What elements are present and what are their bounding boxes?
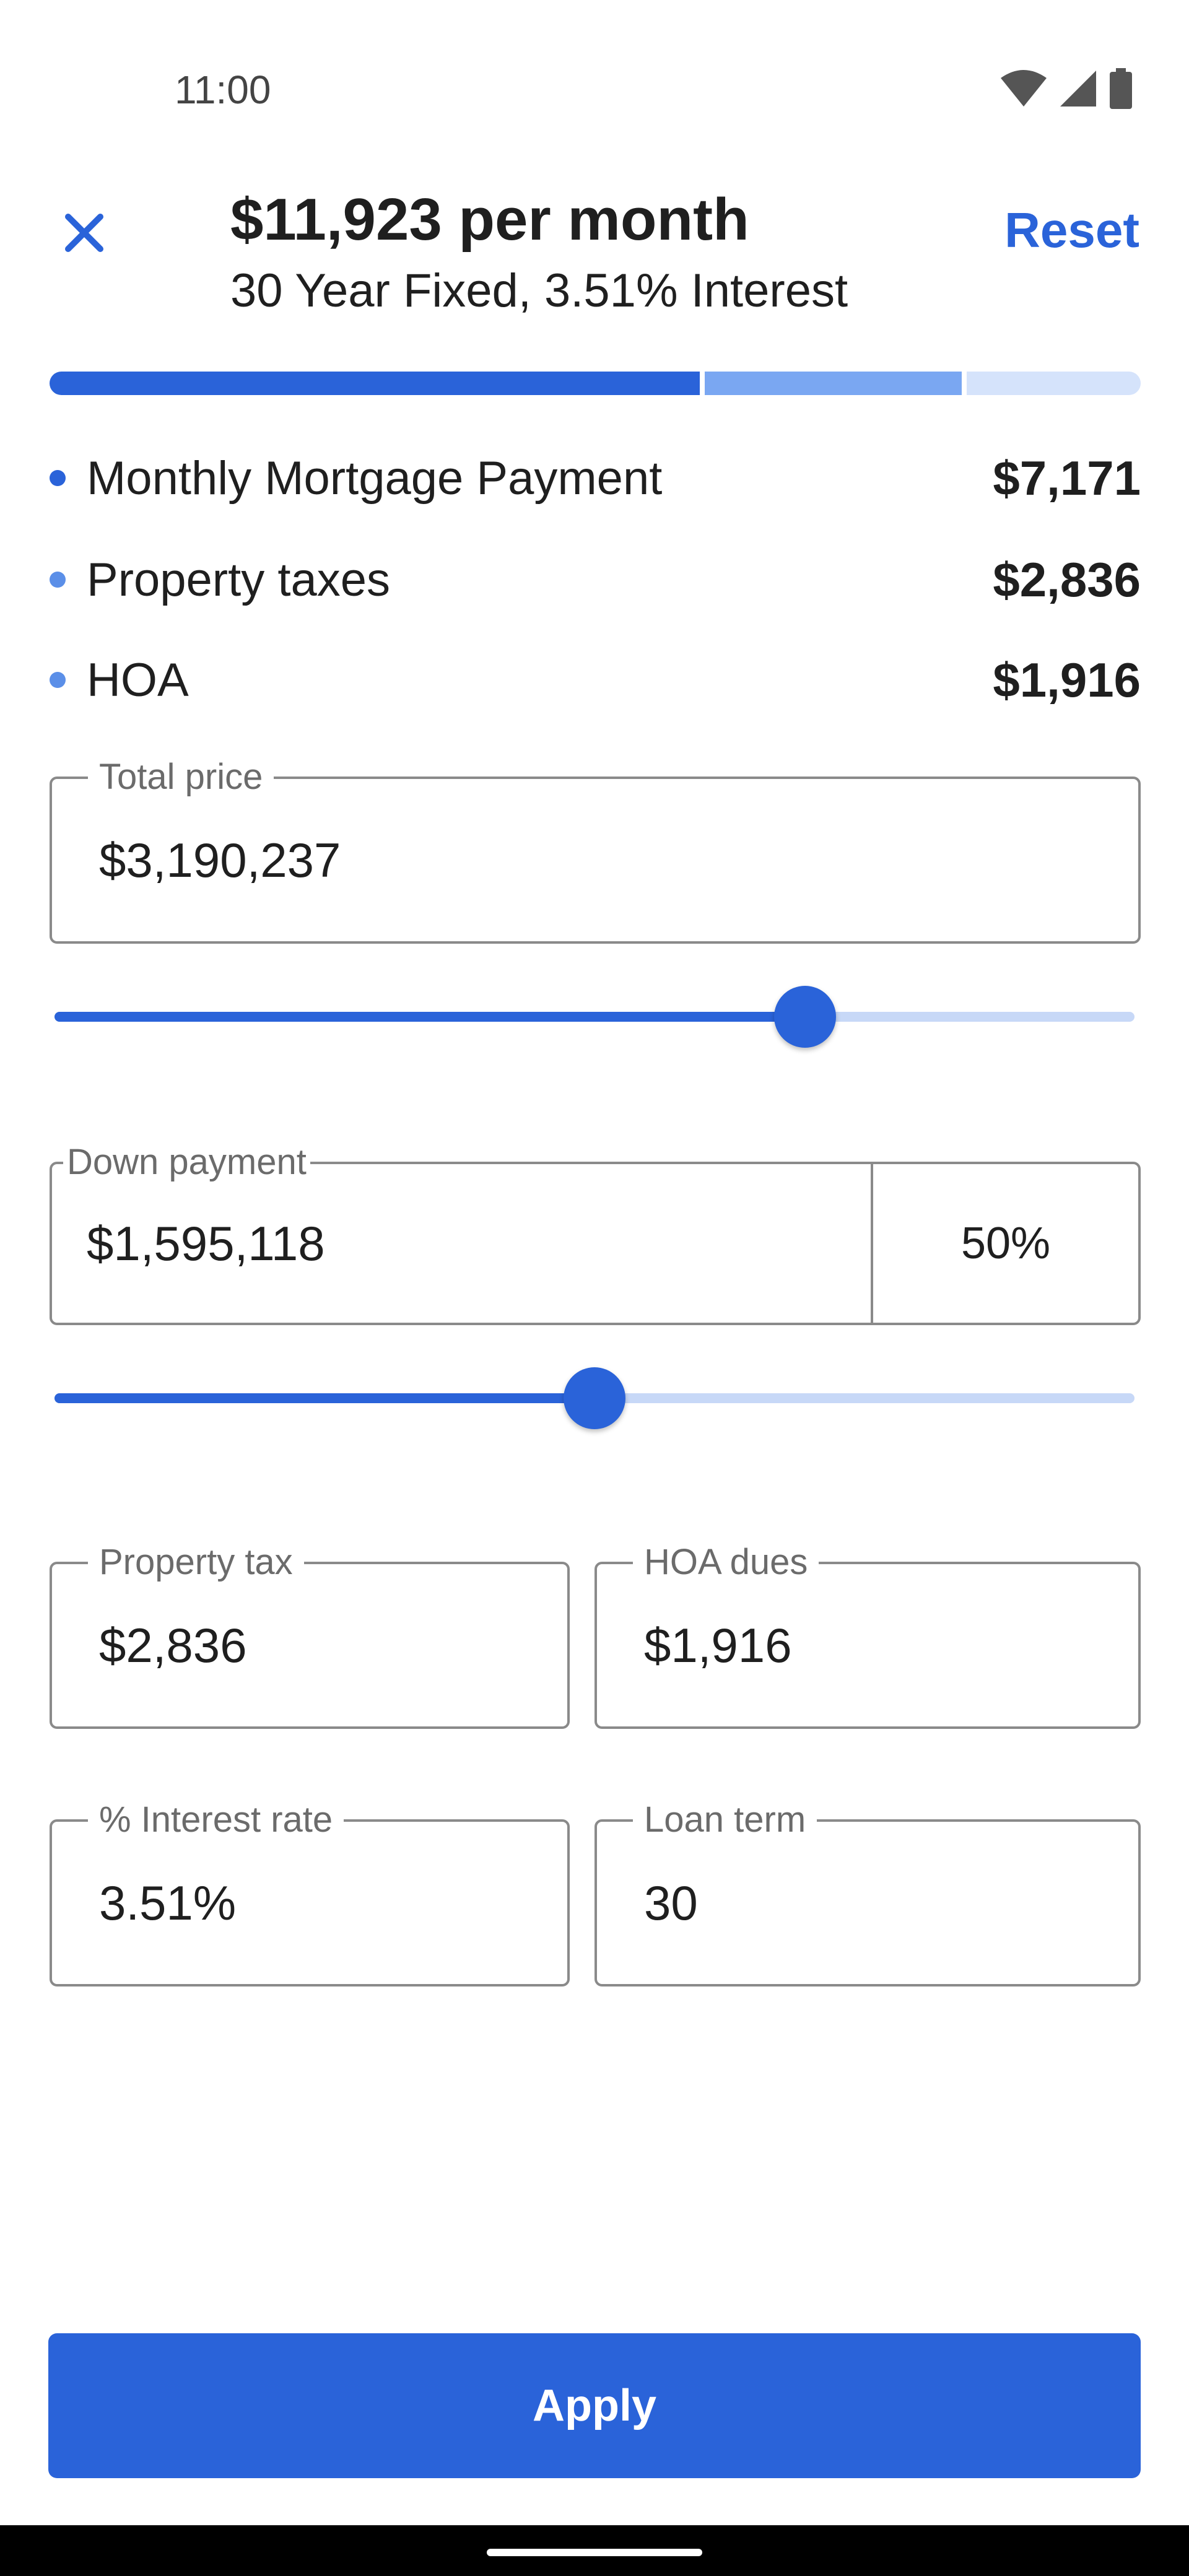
payment-breakdown-bar: [50, 372, 1141, 395]
property-tax-value[interactable]: $2,836: [99, 1564, 247, 1726]
property-tax-field[interactable]: Property tax $2,836: [50, 1541, 570, 1729]
breakdown-bar-segment-1: [705, 372, 962, 395]
breakdown-value: $2,836: [993, 552, 1141, 607]
breakdown-row-property-taxes: Property taxes $2,836: [50, 549, 1141, 611]
down-payment-value[interactable]: $1,595,118: [87, 1164, 325, 1323]
hoa-dues-field[interactable]: HOA dues $1,916: [594, 1541, 1141, 1729]
slider-thumb[interactable]: [774, 986, 836, 1048]
breakdown-row-mortgage: Monthly Mortgage Payment $7,171: [50, 447, 1141, 509]
wifi-icon: [1001, 70, 1047, 107]
loan-term-value[interactable]: 30: [644, 1822, 698, 1984]
breakdown-label: Property taxes: [87, 553, 390, 606]
home-gesture-handle[interactable]: [487, 2549, 702, 2556]
breakdown-label: Monthly Mortgage Payment: [87, 451, 663, 505]
breakdown-label: HOA: [87, 653, 189, 707]
total-price-field[interactable]: Total price $3,190,237: [50, 755, 1141, 944]
interest-rate-field[interactable]: % Interest rate 3.51%: [50, 1798, 570, 1986]
breakdown-value: $1,916: [993, 652, 1141, 707]
signal-icon: [1060, 71, 1096, 107]
total-price-value[interactable]: $3,190,237: [99, 779, 341, 941]
slider-fill: [54, 1393, 594, 1403]
slider-thumb[interactable]: [564, 1367, 625, 1429]
apply-button[interactable]: Apply: [48, 2333, 1141, 2478]
down-payment-percent[interactable]: 50%: [873, 1164, 1138, 1323]
legend-dot: [50, 470, 66, 486]
down-payment-slider[interactable]: [54, 1367, 1135, 1429]
status-icons: [1000, 67, 1133, 110]
breakdown-bar-segment-0: [50, 372, 700, 395]
breakdown-bar-segment-2: [967, 372, 1141, 395]
legend-dot: [50, 672, 66, 688]
interest-rate-value[interactable]: 3.51%: [99, 1822, 236, 1984]
breakdown-row-hoa: HOA $1,916: [50, 649, 1141, 711]
breakdown-value: $7,171: [993, 450, 1141, 505]
total-price-slider[interactable]: [54, 986, 1135, 1048]
legend-dot: [50, 572, 66, 588]
loan-summary-subtitle: 30 Year Fixed, 3.51% Interest: [230, 264, 848, 317]
slider-fill: [54, 1012, 805, 1022]
loan-term-field[interactable]: Loan term 30: [594, 1798, 1141, 1986]
close-button[interactable]: [56, 204, 113, 261]
battery-icon: [1110, 68, 1132, 109]
reset-button[interactable]: Reset: [1004, 202, 1139, 259]
close-icon: [65, 214, 103, 252]
down-payment-field[interactable]: Down payment $1,595,118 50%: [50, 1141, 1141, 1325]
hoa-dues-value[interactable]: $1,916: [644, 1564, 792, 1726]
status-time: 11:00: [175, 67, 271, 112]
monthly-total-title: $11,923 per month: [230, 186, 749, 253]
